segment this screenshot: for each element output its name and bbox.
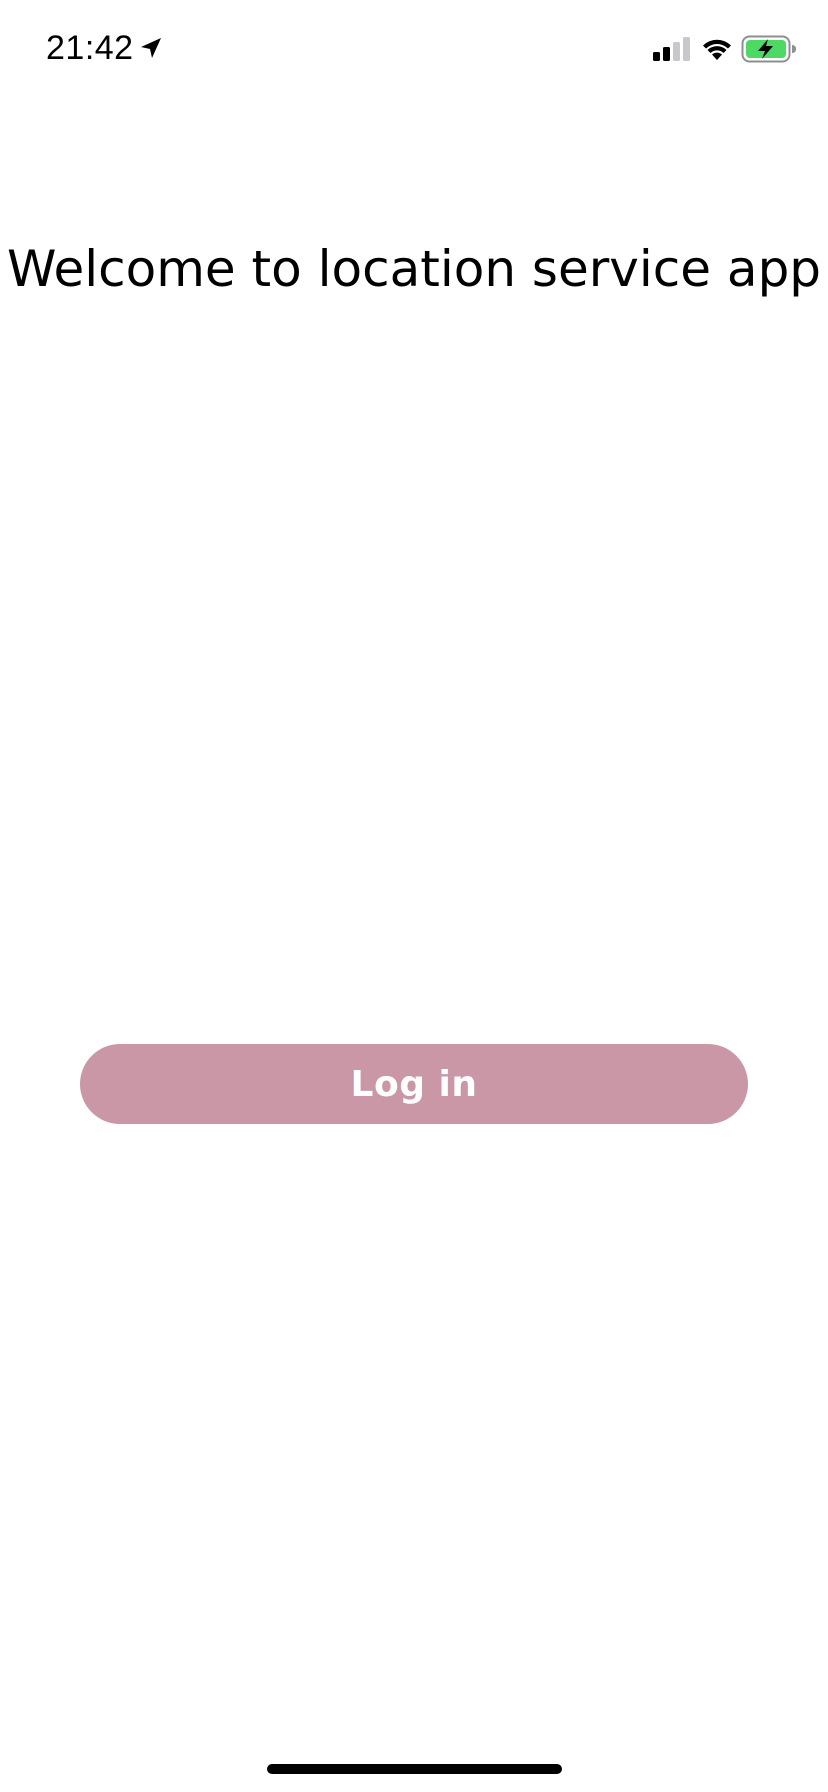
- login-button-label: Log in: [350, 1063, 478, 1105]
- wifi-icon: [703, 39, 731, 60]
- welcome-title: Welcome to location service app: [6, 240, 822, 298]
- cellular-signal-icon: [653, 37, 690, 61]
- status-time: 21:42: [46, 29, 134, 67]
- battery-charging-icon: [741, 35, 796, 63]
- status-bar: 21:42: [0, 0, 828, 100]
- home-indicator[interactable]: [267, 1764, 562, 1774]
- location-arrow-icon: [141, 38, 161, 58]
- login-button[interactable]: Log in: [80, 1044, 748, 1124]
